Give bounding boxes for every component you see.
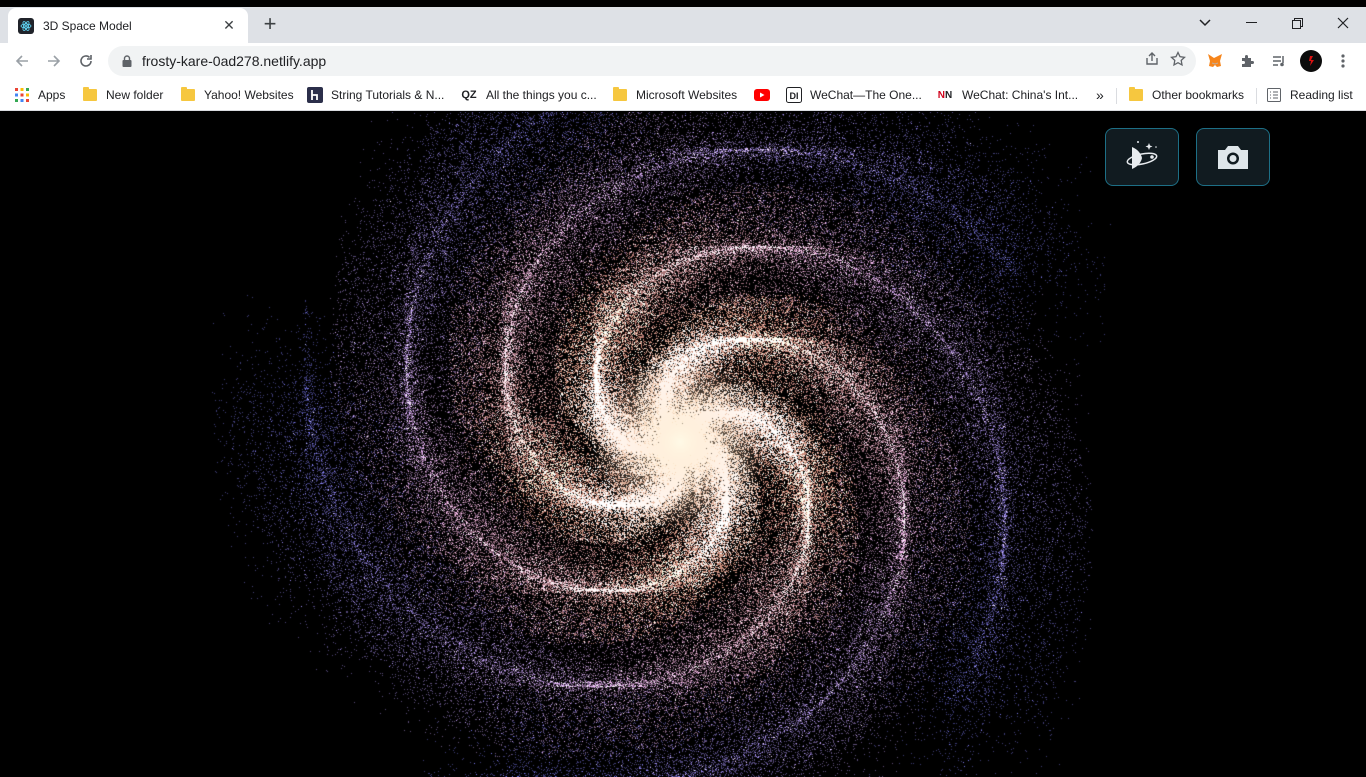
- bookmark-label: WeChat: China's Int...: [962, 88, 1079, 102]
- bookmark-label: Yahoo! Websites: [204, 88, 294, 102]
- nn-icon: NN: [937, 89, 953, 101]
- reload-button[interactable]: [72, 47, 100, 75]
- metamask-icon[interactable]: [1202, 47, 1228, 75]
- tab-search-icon[interactable]: [1182, 7, 1228, 39]
- star-icon[interactable]: [1170, 50, 1186, 72]
- folder-icon: [612, 87, 628, 103]
- reading-list-icon: [1266, 87, 1282, 103]
- bookmark-label: Apps: [38, 88, 66, 102]
- orbit-icon: [1126, 141, 1158, 169]
- qz-icon: QZ: [461, 89, 477, 101]
- bookmark-other-bookmarks[interactable]: Other bookmarks: [1128, 84, 1244, 106]
- bookmark-label: Reading list: [1290, 88, 1353, 102]
- folder-icon: [82, 87, 98, 103]
- bookmark-label: New folder: [106, 88, 164, 102]
- bookmark-all-the-things[interactable]: QZ All the things you c...: [460, 84, 597, 106]
- bookmark-label: All the things you c...: [486, 88, 597, 102]
- hashnode-icon: [307, 87, 323, 103]
- close-window-button[interactable]: [1320, 7, 1366, 39]
- apps-grid-icon: [14, 87, 30, 103]
- bookmarks-overflow-button[interactable]: »: [1096, 84, 1104, 106]
- tab-title: 3D Space Model: [43, 18, 132, 33]
- galaxy-canvas[interactable]: [0, 112, 1366, 777]
- bookmark-microsoft-websites[interactable]: Microsoft Websites: [612, 84, 737, 106]
- lock-icon: [122, 55, 132, 67]
- tab-strip: 3D Space Model ✕ +: [0, 7, 1366, 43]
- browser-toolbar: frosty-kare-0ad278.netlify.app: [0, 43, 1366, 79]
- forward-button[interactable]: [40, 47, 68, 75]
- folder-icon: [180, 87, 196, 103]
- camera-icon: [1218, 146, 1248, 169]
- bookmark-string-tutorials[interactable]: String Tutorials & N...: [307, 84, 444, 106]
- reading-list-button[interactable]: Reading list: [1266, 84, 1353, 106]
- media-control-icon[interactable]: [1266, 47, 1292, 75]
- extensions-puzzle-icon[interactable]: [1234, 47, 1260, 75]
- folder-icon: [1128, 87, 1144, 103]
- url-text: frosty-kare-0ad278.netlify.app: [142, 53, 327, 69]
- bookmark-label: WeChat—The One...: [810, 88, 922, 102]
- react-icon: [18, 17, 34, 34]
- bookmark-wechat-china[interactable]: NN WeChat: China's Int...: [936, 84, 1078, 106]
- bookmark-yahoo-websites[interactable]: Yahoo! Websites: [180, 84, 294, 106]
- profile-avatar[interactable]: [1298, 47, 1324, 75]
- svg-text:DI: DI: [790, 91, 799, 101]
- address-bar[interactable]: frosty-kare-0ad278.netlify.app: [108, 46, 1196, 76]
- new-tab-button[interactable]: +: [258, 13, 282, 37]
- bookmark-new-folder[interactable]: New folder: [82, 84, 163, 106]
- bookmark-wechat-the-one[interactable]: DI WeChat—The One...: [786, 84, 922, 106]
- di-icon: DI: [786, 87, 802, 103]
- bookmark-youtube[interactable]: [754, 84, 778, 106]
- chrome-menu-icon[interactable]: [1330, 47, 1356, 75]
- youtube-icon: [754, 87, 770, 103]
- bookmark-label: Other bookmarks: [1152, 88, 1245, 102]
- share-icon[interactable]: [1144, 51, 1160, 72]
- screenshot-button[interactable]: [1196, 128, 1270, 186]
- active-tab[interactable]: 3D Space Model ✕: [8, 8, 248, 43]
- bookmarks-bar: Apps New folder Yahoo! Websites String T…: [0, 79, 1366, 111]
- bookmark-separator: [1116, 88, 1117, 104]
- minimize-button[interactable]: [1228, 7, 1274, 39]
- bookmark-apps[interactable]: Apps: [14, 84, 65, 106]
- bookmark-label: String Tutorials & N...: [331, 88, 445, 102]
- galaxy-viewport[interactable]: [0, 112, 1366, 777]
- galaxy-view-button[interactable]: [1105, 128, 1179, 186]
- bookmark-label: Microsoft Websites: [636, 88, 738, 102]
- restore-button[interactable]: [1274, 7, 1320, 39]
- window-controls: [1182, 7, 1366, 39]
- window-top-border: [0, 0, 1366, 7]
- tab-close-icon[interactable]: ✕: [220, 17, 238, 34]
- back-button[interactable]: [8, 47, 36, 75]
- bookmark-separator: [1256, 88, 1257, 104]
